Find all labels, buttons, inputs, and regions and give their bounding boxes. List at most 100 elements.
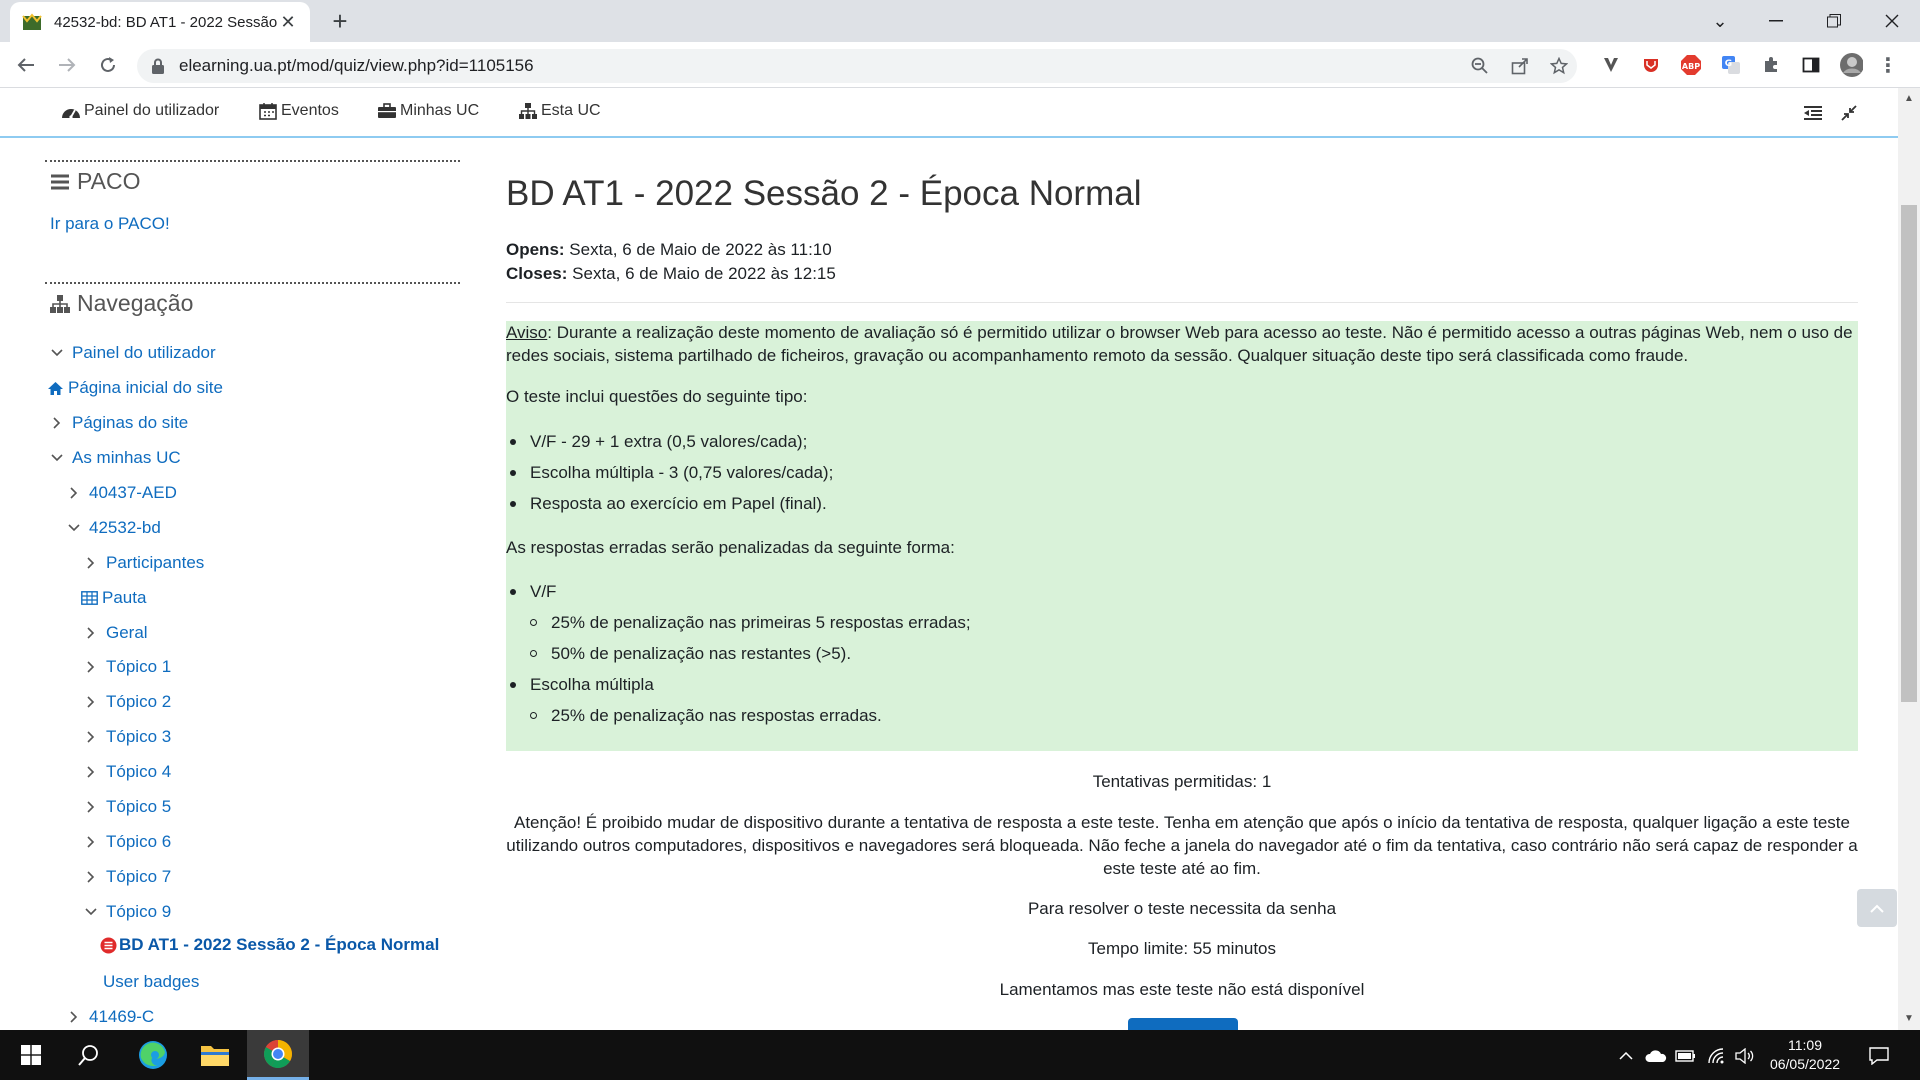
aviso-text: : Durante a realização deste momento de … — [506, 323, 1853, 365]
tree-item-site-pages[interactable]: Páginas do site — [50, 413, 188, 433]
moodle-navbar: Painel do utilizador Eventos Minhas UC E… — [0, 88, 1898, 138]
list-item-text: Escolha múltipla — [530, 675, 654, 694]
chevron-right-icon — [84, 695, 98, 709]
chevron-up-icon — [1870, 904, 1884, 913]
windows-taskbar: 11:09 06/05/2022 — [0, 1030, 1920, 1080]
forward-button[interactable] — [53, 51, 81, 79]
wifi-icon[interactable] — [1706, 1046, 1728, 1066]
list-item: 25% de penalização nas respostas erradas… — [530, 704, 882, 727]
quiz-unavailable: Lamentamos mas este teste não está dispo… — [999, 980, 1365, 999]
tree-item-my-courses[interactable]: As minhas UC — [50, 448, 181, 468]
scroll-up-arrow[interactable]: ▲ — [1898, 90, 1920, 108]
paco-title: PACO — [77, 168, 141, 194]
tree-item-participants[interactable]: Participantes — [84, 553, 204, 573]
extension-shield-icon[interactable] — [1639, 53, 1663, 77]
new-tab-button[interactable]: + — [326, 8, 354, 36]
system-clock[interactable]: 11:09 06/05/2022 — [1762, 1036, 1848, 1074]
side-panel-icon[interactable] — [1799, 53, 1823, 77]
tree-item-topic-3[interactable]: Tópico 3 — [84, 727, 171, 747]
tree-item-user-badges[interactable]: User badges — [103, 972, 199, 992]
tab-search-icon[interactable]: ⌄ — [1692, 0, 1748, 42]
url-text[interactable]: elearning.ua.pt/mod/quiz/view.php?id=110… — [179, 56, 534, 76]
zoom-icon[interactable] — [1468, 54, 1492, 78]
chevron-down-icon — [67, 521, 81, 535]
tree-item-topic-7[interactable]: Tópico 7 — [84, 867, 171, 887]
adblock-plus-icon[interactable]: ABP — [1679, 53, 1703, 77]
minimize-button[interactable] — [1748, 0, 1804, 42]
tree-item-course-aed[interactable]: 40437-AED — [67, 483, 177, 503]
tree-item-course-c[interactable]: 41469-C — [67, 1007, 154, 1027]
aviso-label: Aviso — [506, 323, 548, 342]
penalty-intro: As respostas erradas serão penalizadas d… — [506, 538, 955, 557]
close-window-button[interactable] — [1864, 0, 1920, 42]
chrome-browser-icon[interactable] — [247, 1030, 309, 1080]
back-to-top-button[interactable] — [1857, 889, 1897, 927]
close-tab-icon[interactable]: ✕ — [278, 12, 298, 32]
extensions-puzzle-icon[interactable] — [1759, 53, 1783, 77]
scrollbar-thumb[interactable] — [1901, 205, 1917, 702]
notifications-icon[interactable] — [1868, 1046, 1890, 1066]
tree-item-pauta[interactable]: Pauta — [81, 588, 146, 608]
browser-menu-icon[interactable]: ⋮ — [1878, 53, 1898, 77]
paco-link[interactable]: Ir para o PACO! — [50, 214, 170, 234]
tree-item-topic-6[interactable]: Tópico 6 — [84, 832, 171, 852]
back-button[interactable] — [12, 51, 40, 79]
sitemap-icon — [49, 294, 71, 314]
volume-icon[interactable] — [1734, 1046, 1756, 1066]
table-icon — [81, 590, 98, 606]
nav-minhas-uc[interactable]: Minhas UC — [377, 102, 479, 120]
translate-icon[interactable]: G — [1719, 53, 1743, 77]
profile-avatar[interactable] — [1839, 53, 1863, 77]
quiz-notice-box: Aviso: Durante a realização deste moment… — [506, 321, 1858, 751]
tree-item-site-home[interactable]: Página inicial do site — [47, 378, 223, 398]
clock-time: 11:09 — [1788, 1037, 1822, 1053]
back-to-course-button[interactable] — [1128, 1018, 1238, 1030]
chevron-right-icon — [84, 835, 98, 849]
share-icon[interactable] — [1508, 54, 1532, 78]
browser-toolbar: elearning.ua.pt/mod/quiz/view.php?id=110… — [0, 42, 1920, 88]
browser-tab-bar: 42532-bd: BD AT1 - 2022 Sessão ✕ + ⌄ — [0, 0, 1920, 42]
tree-item-topic-1[interactable]: Tópico 1 — [84, 657, 171, 677]
list-item-text: 50% de penalização nas restantes (>5). — [551, 644, 852, 663]
tree-item-topic-5[interactable]: Tópico 5 — [84, 797, 171, 817]
search-icon[interactable] — [58, 1030, 120, 1080]
tree-item-topic-9[interactable]: Tópico 9 — [84, 902, 171, 922]
list-item-text: 25% de penalização nas primeiras 5 respo… — [551, 613, 971, 632]
bars-icon — [49, 172, 71, 192]
nav-minhas-uc-label: Minhas UC — [400, 102, 480, 119]
list-item: 50% de penalização nas restantes (>5). — [530, 642, 851, 665]
list-item-text: 25% de penalização nas respostas erradas… — [551, 706, 882, 725]
scroll-down-arrow[interactable]: ▼ — [1898, 1010, 1920, 1028]
tree-item-current-quiz[interactable]: BD AT1 - 2022 Sessão 2 - Época Normal — [100, 935, 439, 955]
collapse-icon[interactable] — [1836, 100, 1862, 126]
tree-item-topic-2[interactable]: Tópico 2 — [84, 692, 171, 712]
tray-expand-icon[interactable] — [1615, 1046, 1637, 1066]
tree-item-topic-4[interactable]: Tópico 4 — [84, 762, 171, 782]
briefcase-icon — [377, 102, 397, 120]
nav-events[interactable]: Eventos — [258, 102, 339, 120]
paco-block-header: PACO — [49, 168, 140, 195]
reload-button[interactable] — [94, 51, 122, 79]
tree-item-dashboard[interactable]: Painel do utilizador — [50, 343, 216, 363]
restore-button[interactable] — [1806, 0, 1862, 42]
tree-item-label: 42532-bd — [89, 518, 161, 537]
windows-start-icon[interactable] — [0, 1030, 62, 1080]
nav-esta-uc[interactable]: Esta UC — [518, 102, 601, 120]
extension-v-icon[interactable] — [1599, 53, 1623, 77]
tree-item-geral[interactable]: Geral — [84, 623, 148, 643]
password-required: Para resolver o teste necessita da senha — [1027, 899, 1337, 918]
edge-browser-icon[interactable] — [122, 1030, 184, 1080]
browser-tab[interactable]: 42532-bd: BD AT1 - 2022 Sessão ✕ — [10, 2, 310, 42]
tree-item-label: BD AT1 - 2022 Sessão 2 - Época Normal — [119, 935, 440, 954]
bookmark-star-icon[interactable] — [1547, 54, 1571, 78]
lock-icon[interactable] — [151, 58, 165, 74]
address-bar[interactable]: elearning.ua.pt/mod/quiz/view.php?id=110… — [137, 49, 1577, 83]
nav-dashboard[interactable]: Painel do utilizador — [61, 102, 219, 120]
tree-item-course-bd[interactable]: 42532-bd — [67, 518, 161, 538]
block-toggle-icon[interactable] — [1800, 100, 1826, 126]
quiz-dates: Opens: Sexta, 6 de Maio de 2022 às 11:10… — [506, 238, 836, 286]
navigation-block-header: Navegação — [49, 290, 193, 317]
onedrive-icon[interactable] — [1645, 1046, 1667, 1066]
file-explorer-icon[interactable] — [184, 1030, 246, 1080]
battery-icon[interactable] — [1675, 1046, 1697, 1066]
